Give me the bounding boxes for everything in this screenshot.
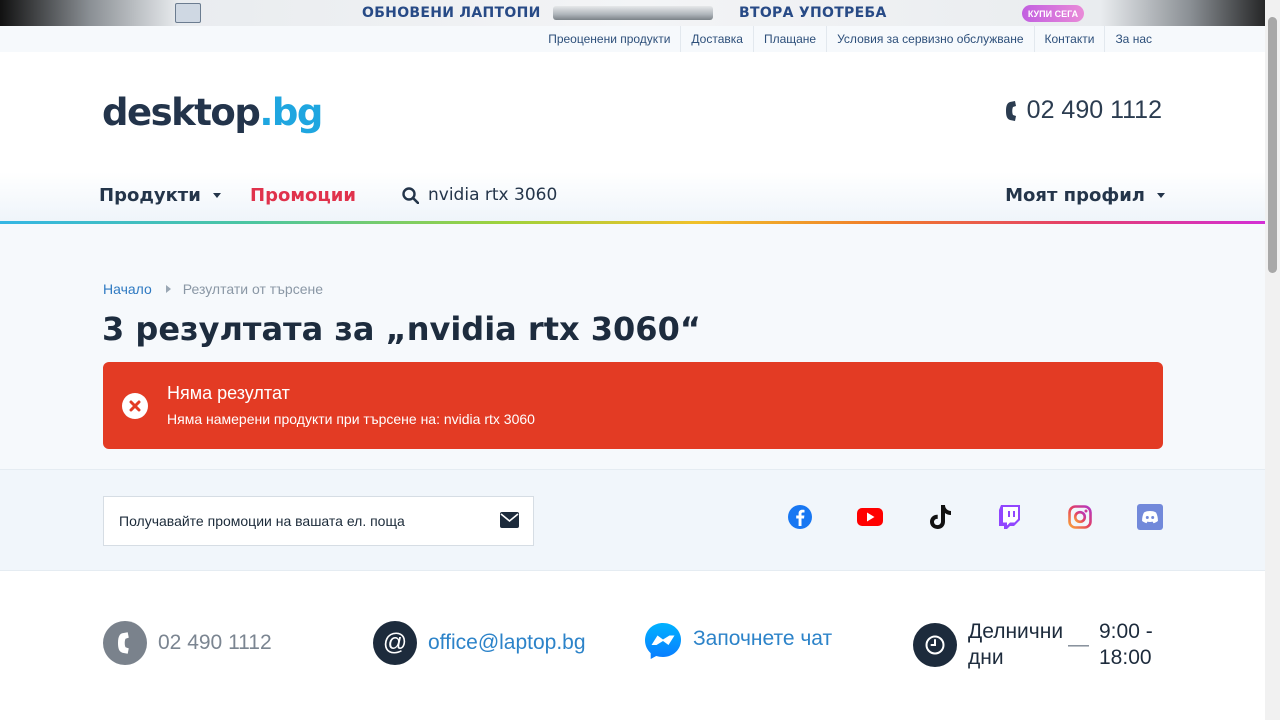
banner-left-text: ОБНОВЕНИ ЛАПТОПИ [362,5,541,21]
chevron-down-icon [212,193,221,198]
nav-products[interactable]: Продукти [99,185,221,206]
hours-time: 9:00 - 18:00 [1099,620,1153,669]
facebook-icon[interactable] [787,504,813,530]
contact-phone-number: 02 490 1112 [158,631,272,654]
nav-products-label: Продукти [99,185,201,206]
header-phone[interactable]: 02 490 1112 [1005,96,1162,125]
phone-icon [103,621,147,665]
toplink-delivery[interactable]: Доставка [680,26,753,52]
contact-chat[interactable]: Започнете чат [643,621,832,661]
newsletter-form [103,496,534,546]
logo-tld: .bg [259,91,323,134]
contact-email-address[interactable]: office@laptop.bg [428,631,586,655]
search-icon [402,186,419,204]
alert-message: Няма намерени продукти при търсене на: n… [167,411,535,427]
envelope-icon[interactable] [500,512,519,533]
breadcrumb-current: Резултати от търсене [182,281,323,297]
buy-now-button[interactable]: КУПИ СЕГА [1022,5,1084,22]
phone-icon [1005,100,1016,121]
chevron-right-icon [165,285,171,293]
at-sign-icon: @ [373,621,417,665]
top-links: Преоценени продукти Доставка Плащане Усл… [538,26,1162,52]
nav-profile-label: Моят профил [1005,185,1145,206]
toplink-about[interactable]: За нас [1104,26,1162,52]
start-chat-link[interactable]: Започнете чат [693,627,832,651]
instagram-icon[interactable] [1067,504,1093,530]
contact-phone[interactable]: 02 490 1112 [103,621,272,665]
hours-days: Делнични дни [968,620,1064,669]
messenger-icon [645,623,681,659]
banner-right-text: ВТОРА УПОТРЕБА [739,5,887,21]
working-hours: Делнични дни — 9:00 - 18:00 [913,619,1169,671]
toplink-payment[interactable]: Плащане [752,26,826,52]
logo-main: desktop [102,91,261,134]
breadcrumb-home[interactable]: Начало [103,281,152,297]
error-icon [122,393,148,419]
search-input[interactable] [428,185,728,205]
youtube-icon[interactable] [857,504,883,530]
page-title: 3 резултата за „nvidia rtx 3060“ [102,310,701,348]
alert-title: Няма резултат [167,383,290,403]
discord-icon[interactable] [1137,504,1163,530]
breadcrumb: Начало Резултати от търсене [103,281,323,297]
nav-promotions[interactable]: Промоции [250,185,356,206]
twitch-icon[interactable] [997,504,1023,530]
main-nav: Продукти Промоции Моят профил [0,172,1265,224]
promo-banner[interactable]: ОБНОВЕНИ ЛАПТОПИ ВТОРА УПОТРЕБА КУПИ СЕГ… [0,0,1280,26]
clock-icon [913,623,957,667]
newsletter-email-input[interactable] [104,513,484,529]
no-results-alert: Няма резултат Няма намерени продукти при… [103,362,1163,449]
hours-dash: — [1068,633,1089,656]
scrollbar-thumb[interactable] [1268,17,1277,273]
tiktok-icon[interactable] [927,504,953,530]
toplink-contacts[interactable]: Контакти [1033,26,1105,52]
toplink-discounted[interactable]: Преоценени продукти [538,26,680,52]
contact-email[interactable]: @ office@laptop.bg [373,621,586,665]
newsletter-band [0,469,1265,571]
chevron-down-icon [1157,193,1165,198]
search-box[interactable] [402,185,728,205]
site-header: desktop.bg 02 490 1112 [0,52,1265,172]
site-logo[interactable]: desktop.bg [102,91,323,134]
laptop-icon [175,3,201,23]
header-phone-number: 02 490 1112 [1026,96,1162,124]
laptop-image [553,6,713,20]
toplink-service-terms[interactable]: Условия за сервизно обслужване [826,26,1033,52]
nav-my-profile[interactable]: Моят профил [1005,185,1165,206]
page-scrollbar[interactable] [1265,0,1280,720]
contacts-section: 02 490 1112 @ office@laptop.bg Започнете… [0,571,1265,720]
